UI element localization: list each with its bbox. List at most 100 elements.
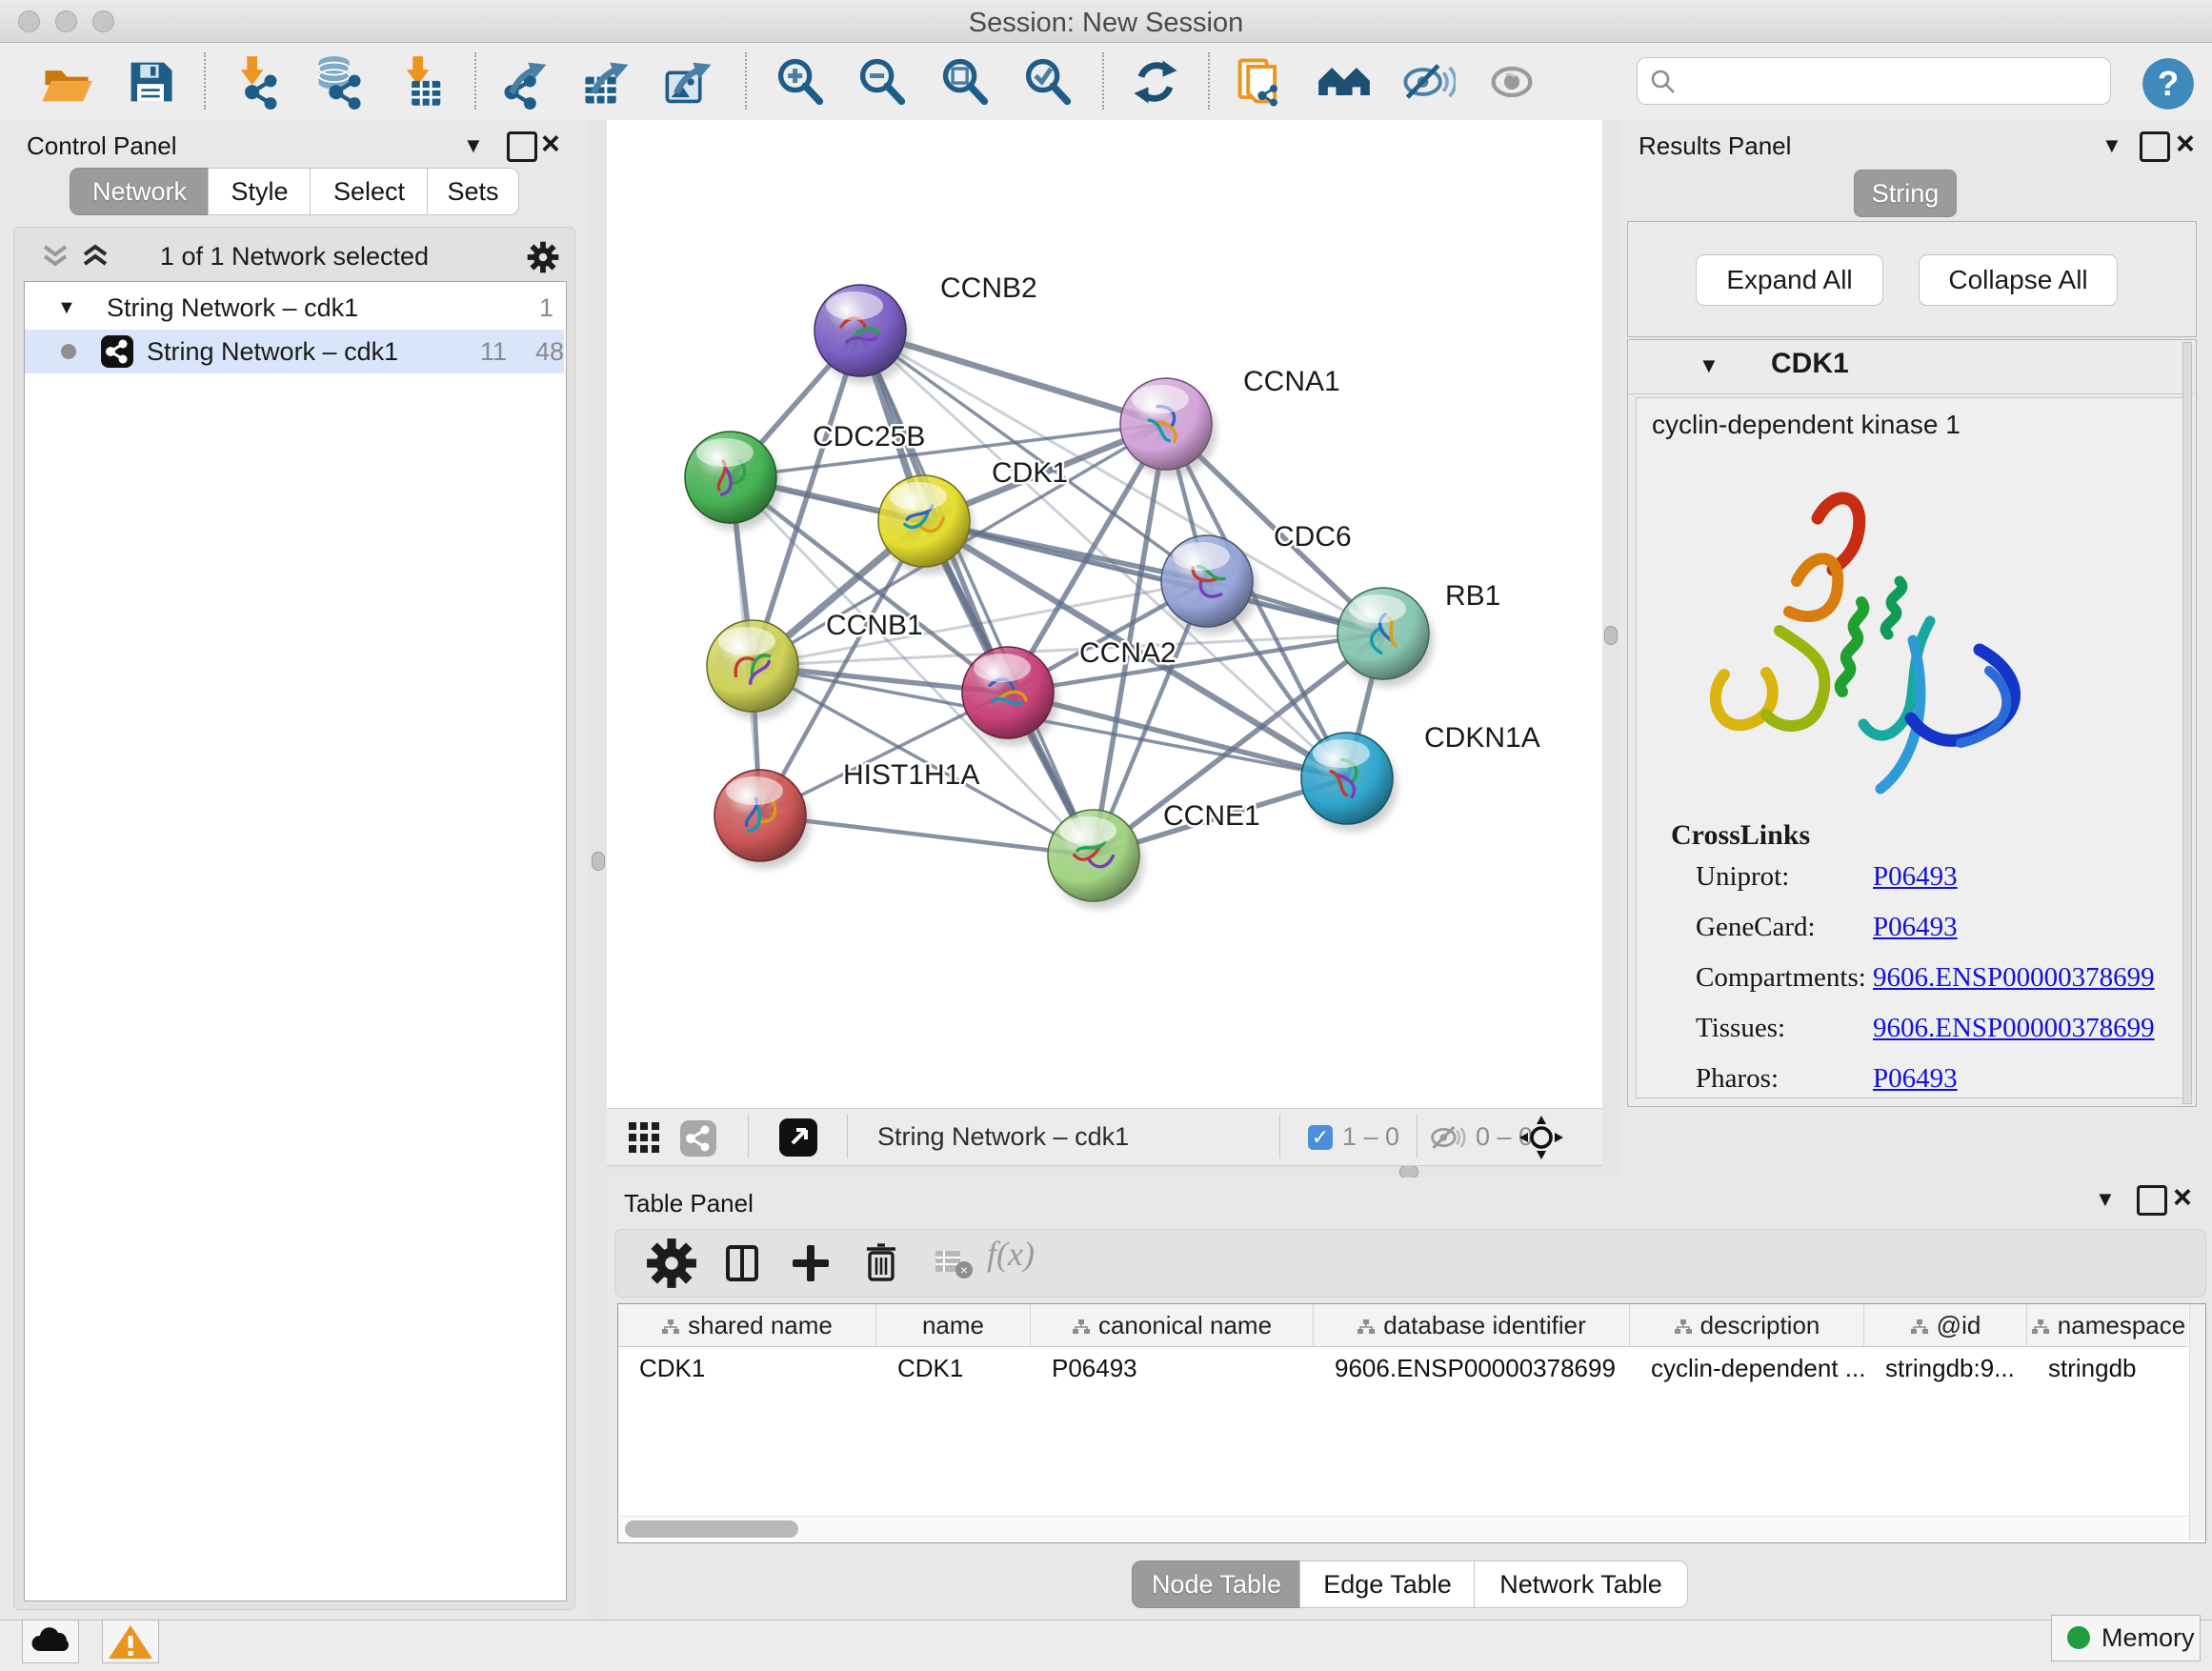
column-header-canonical-name[interactable]: canonical name <box>1031 1304 1314 1346</box>
network-overview-icon[interactable] <box>679 1119 717 1158</box>
column-header-database-identifier[interactable]: database identifier <box>1314 1304 1630 1346</box>
refresh-view-icon[interactable] <box>1128 54 1183 110</box>
crosslink-link[interactable]: P06493 <box>1873 912 1958 943</box>
results-panel-collapse-icon[interactable]: ▼ <box>2101 133 2122 158</box>
import-table-from-file-icon[interactable] <box>395 54 451 110</box>
expand-all-button[interactable]: Expand All <box>1696 254 1883 306</box>
string-network-graph[interactable]: CCNB2 CCNA1 CDC25B CDK1 CDC6 <box>607 120 1602 1108</box>
tab-node-table[interactable]: Node Table <box>1132 1560 1301 1608</box>
table-cell[interactable]: stringdb:9... <box>1864 1348 2027 1388</box>
search-input[interactable] <box>1683 62 2087 100</box>
network-row[interactable]: String Network – cdk1 11 48 <box>25 330 564 373</box>
delete-column-icon[interactable] <box>855 1238 907 1289</box>
import-network-from-database-icon[interactable] <box>312 54 367 110</box>
node-label-RB1: RB1 <box>1445 580 1500 612</box>
search-field[interactable] <box>1637 57 2111 105</box>
open-session-icon[interactable] <box>39 54 94 110</box>
duplicate-network-icon[interactable] <box>1232 54 1287 110</box>
bottom-splitter-handle[interactable] <box>1399 1165 1418 1178</box>
tab-edge-table[interactable]: Edge Table <box>1299 1560 1476 1608</box>
tab-string[interactable]: String <box>1854 170 1957 217</box>
table-hscroll-thumb[interactable] <box>625 1520 798 1538</box>
zoom-selected-icon[interactable] <box>1020 54 1076 110</box>
crosslink-link[interactable]: P06493 <box>1873 1063 1958 1095</box>
node-RB1[interactable] <box>1337 588 1434 687</box>
column-header-description[interactable]: description <box>1630 1304 1864 1346</box>
tab-style[interactable]: Style <box>208 168 312 215</box>
gene-section-header[interactable]: ▼ CDK1 <box>1628 340 2194 394</box>
selected-checkbox[interactable]: ✓ <box>1308 1125 1333 1150</box>
table-toolbar: × f(x) <box>614 1229 2206 1298</box>
column-header-shared-name[interactable]: shared name <box>618 1304 876 1346</box>
results-panel-close-icon[interactable]: × <box>2176 131 2195 156</box>
fit-content-icon[interactable] <box>937 54 993 110</box>
crosshair-icon[interactable] <box>1519 1116 1563 1159</box>
table-panel-float-icon[interactable] <box>2137 1185 2167 1216</box>
left-splitter-handle[interactable] <box>592 852 605 871</box>
zoom-out-icon[interactable] <box>855 54 910 110</box>
table-vscrollbar[interactable] <box>2189 1304 2205 1540</box>
tab-network-table[interactable]: Network Table <box>1474 1560 1688 1608</box>
right-splitter[interactable] <box>1602 120 1619 1178</box>
node-label-CDC25B: CDC25B <box>813 421 925 453</box>
tab-sets[interactable]: Sets <box>427 168 519 215</box>
control-panel-close-icon[interactable]: × <box>541 131 560 156</box>
import-network-from-file-icon[interactable] <box>230 54 285 110</box>
table-cell[interactable]: P06493 <box>1031 1348 1314 1388</box>
node-CDK1[interactable] <box>878 475 975 574</box>
tab-network[interactable]: Network <box>70 168 210 215</box>
detach-view-icon[interactable] <box>778 1117 818 1158</box>
crosslink-link[interactable]: 9606.ENSP00000378699 <box>1873 1013 2155 1044</box>
control-panel-float-icon[interactable] <box>507 131 537 162</box>
cloud-button[interactable] <box>22 1620 79 1663</box>
control-panel-collapse-icon[interactable]: ▼ <box>463 133 484 158</box>
network-node-count: 11 <box>480 330 507 373</box>
node-CCNA1[interactable] <box>1120 378 1217 477</box>
node-CDC25B[interactable] <box>685 432 781 531</box>
add-column-icon[interactable] <box>785 1238 836 1289</box>
gene-disclosure-icon[interactable]: ▼ <box>1699 353 1719 378</box>
first-neighbors-icon[interactable] <box>1317 54 1372 110</box>
column-header-id[interactable]: @id <box>1864 1304 2027 1346</box>
results-panel-float-icon[interactable] <box>2140 131 2170 162</box>
function-builder-icon: f(x) <box>987 1234 1063 1274</box>
tab-select[interactable]: Select <box>310 168 429 215</box>
memory-button[interactable]: Memory <box>2051 1615 2201 1661</box>
table-cell[interactable]: 9606.ENSP00000378699 <box>1314 1348 1630 1388</box>
table-hscrollbar[interactable] <box>619 1516 2189 1541</box>
node-CDKN1A[interactable] <box>1301 733 1398 832</box>
table-cell[interactable]: CDK1 <box>618 1348 876 1388</box>
export-image-icon[interactable] <box>662 54 717 110</box>
network-options-gear-icon[interactable] <box>527 241 559 273</box>
birds-eye-grid-icon[interactable] <box>628 1121 660 1154</box>
results-scrollbar[interactable] <box>2182 342 2192 1104</box>
string-network-icon <box>101 335 133 368</box>
help-button[interactable]: ? <box>2141 56 2196 111</box>
settings-gear-icon[interactable] <box>646 1238 697 1289</box>
crosslink-link[interactable]: 9606.ENSP00000378699 <box>1873 962 2155 994</box>
right-splitter-handle[interactable] <box>1604 626 1618 645</box>
collection-disclosure-icon[interactable]: ▼ <box>57 286 76 330</box>
column-header-namespace[interactable]: namespace <box>2027 1304 2190 1346</box>
show-columns-icon[interactable] <box>716 1238 768 1289</box>
left-splitter[interactable] <box>589 120 607 1620</box>
node-HIST1H1A[interactable] <box>714 770 811 869</box>
export-network-icon[interactable] <box>497 54 553 110</box>
save-session-icon[interactable] <box>123 54 178 110</box>
column-header-name[interactable]: name <box>876 1304 1031 1346</box>
table-cell[interactable]: cyclin-dependent ... <box>1630 1348 1864 1388</box>
node-CCNA2[interactable] <box>962 647 1058 746</box>
protein-structure-image[interactable] <box>1675 459 2037 814</box>
network-canvas[interactable]: CCNB2 CCNA1 CDC25B CDK1 CDC6 <box>607 120 1602 1108</box>
table-panel-collapse-icon[interactable]: ▼ <box>2095 1187 2116 1212</box>
warning-button[interactable] <box>102 1620 159 1663</box>
crosslink-link[interactable]: P06493 <box>1873 861 1958 893</box>
table-cell[interactable]: CDK1 <box>876 1348 1031 1388</box>
network-collection-row[interactable]: ▼ String Network – cdk1 1 <box>25 286 564 330</box>
table-cell[interactable]: stringdb <box>2027 1348 2190 1388</box>
export-table-icon[interactable] <box>579 54 634 110</box>
table-panel-close-icon[interactable]: × <box>2173 1185 2192 1210</box>
collapse-all-button[interactable]: Collapse All <box>1919 254 2118 306</box>
zoom-in-icon[interactable] <box>773 54 828 110</box>
hide-selected-icon[interactable] <box>1400 54 1456 110</box>
